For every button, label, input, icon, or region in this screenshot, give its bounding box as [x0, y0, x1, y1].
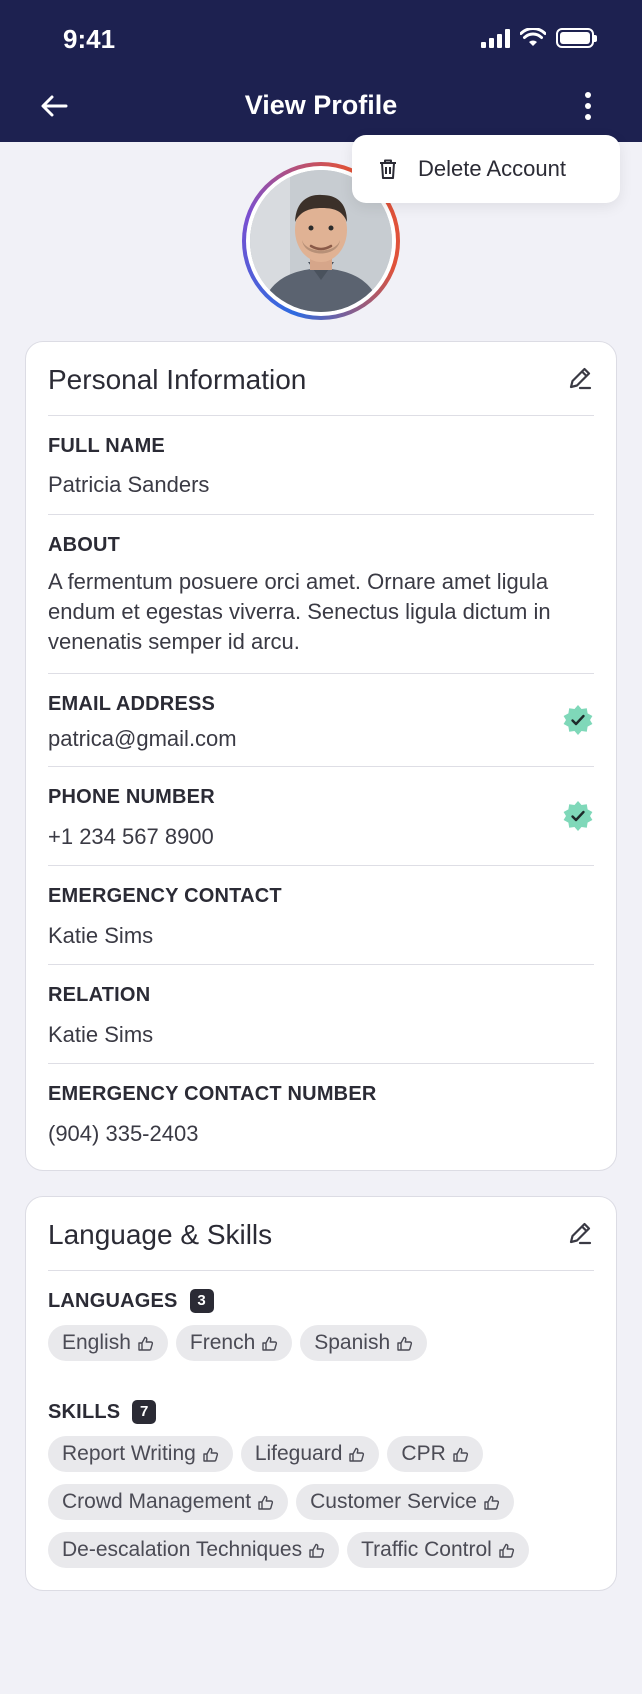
language-chip[interactable]: French	[175, 1325, 293, 1361]
verified-badge-icon	[563, 705, 593, 735]
divider	[48, 1270, 594, 1271]
page-title: View Profile	[244, 90, 398, 120]
divider	[48, 865, 594, 866]
thumbs-up-icon	[262, 1336, 278, 1351]
phone-label: PHONE NUMBER	[48, 786, 215, 808]
skill-chip[interactable]: De-escalation Techniques	[48, 1532, 340, 1568]
chip-label: French	[189, 1331, 256, 1354]
languages-chip-row: English French Spanish	[48, 1325, 428, 1361]
phone-value: +1 234 567 8900	[48, 824, 214, 849]
edit-icon[interactable]	[566, 364, 594, 392]
about-label: ABOUT	[48, 534, 121, 556]
email-label: EMAIL ADDRESS	[48, 693, 216, 715]
thumbs-up-icon	[203, 1447, 218, 1462]
skill-chip[interactable]: Report Writing	[48, 1436, 233, 1472]
chip-label: Spanish	[314, 1331, 391, 1354]
skills-count-badge: 7	[132, 1400, 157, 1424]
language-skills-card: Language & Skills LANGUAGES 3 English Fre…	[25, 1196, 617, 1591]
skills-chip-row: Crowd Management Customer Service	[48, 1484, 514, 1520]
divider	[48, 766, 594, 767]
verified-badge-icon	[563, 801, 593, 831]
relation-label: RELATION	[48, 984, 151, 1006]
divider	[48, 964, 594, 965]
chip-label: Customer Service	[310, 1490, 477, 1513]
thumbs-up-icon	[138, 1336, 153, 1351]
emergency-contact-value: Katie Sims	[48, 923, 154, 948]
skill-chip[interactable]: Crowd Management	[48, 1484, 289, 1520]
chip-label: De-escalation Techniques	[62, 1538, 303, 1561]
email-value: patrica@gmail.com	[48, 726, 237, 751]
full-name-label: FULL NAME	[48, 435, 165, 457]
signal-icon	[481, 28, 510, 48]
skills-label: SKILLS 7	[48, 1400, 157, 1424]
skill-chip[interactable]: CPR	[387, 1436, 483, 1472]
language-chip[interactable]: English	[48, 1325, 168, 1361]
wifi-icon	[520, 28, 546, 46]
languages-label-text: LANGUAGES	[48, 1290, 178, 1312]
chip-label: Traffic Control	[361, 1538, 492, 1561]
battery-icon	[556, 28, 597, 48]
emergency-number-label: EMERGENCY CONTACT NUMBER	[48, 1083, 377, 1105]
emergency-number-value: (904) 335-2403	[48, 1121, 199, 1146]
skill-chip[interactable]: Traffic Control	[347, 1532, 529, 1568]
relation-value: Katie Sims	[48, 1022, 154, 1047]
languages-label: LANGUAGES 3	[48, 1289, 214, 1313]
emergency-contact-label: EMERGENCY CONTACT	[48, 885, 282, 907]
divider	[48, 415, 594, 416]
thumbs-up-icon	[397, 1336, 413, 1351]
delete-account-label: Delete Account	[418, 156, 566, 181]
languages-count-badge: 3	[189, 1289, 214, 1313]
language-skills-title: Language & Skills	[48, 1219, 273, 1250]
edit-icon[interactable]	[566, 1219, 594, 1247]
more-options-button[interactable]	[574, 88, 602, 124]
status-time: 9:41	[63, 24, 116, 54]
chip-label: Report Writing	[62, 1442, 196, 1465]
delete-account-menu-item[interactable]: Delete Account	[352, 135, 620, 203]
personal-information-card: Personal Information FULL NAME Patricia …	[25, 341, 617, 1171]
thumbs-up-icon	[258, 1495, 274, 1510]
chip-label: CPR	[401, 1442, 446, 1465]
language-chip[interactable]: Spanish	[300, 1325, 428, 1361]
skills-chip-row: De-escalation Techniques Traffic Control	[48, 1532, 529, 1568]
divider	[48, 673, 594, 674]
skill-chip[interactable]: Customer Service	[296, 1484, 514, 1520]
skills-chip-row: Report Writing Lifeguard CPR	[48, 1436, 483, 1472]
thumbs-up-icon	[453, 1447, 468, 1462]
thumbs-up-icon	[309, 1543, 325, 1558]
skill-chip[interactable]: Lifeguard	[240, 1436, 380, 1472]
thumbs-up-icon	[484, 1495, 500, 1510]
personal-info-title: Personal Information	[48, 364, 307, 395]
skills-label-text: SKILLS	[48, 1401, 121, 1423]
chip-label: English	[62, 1331, 131, 1354]
divider	[48, 514, 594, 515]
thumbs-up-icon	[349, 1447, 365, 1462]
about-value: A fermentum posuere orci amet. Ornare am…	[48, 569, 551, 654]
app-header: 9:41 View Profile	[0, 0, 642, 142]
trash-icon	[380, 159, 396, 179]
chip-label: Lifeguard	[254, 1442, 343, 1465]
thumbs-up-icon	[499, 1543, 514, 1558]
full-name-value: Patricia Sanders	[48, 472, 210, 497]
divider	[48, 1063, 594, 1064]
status-icons	[481, 28, 597, 48]
chip-label: Crowd Management	[62, 1490, 252, 1513]
